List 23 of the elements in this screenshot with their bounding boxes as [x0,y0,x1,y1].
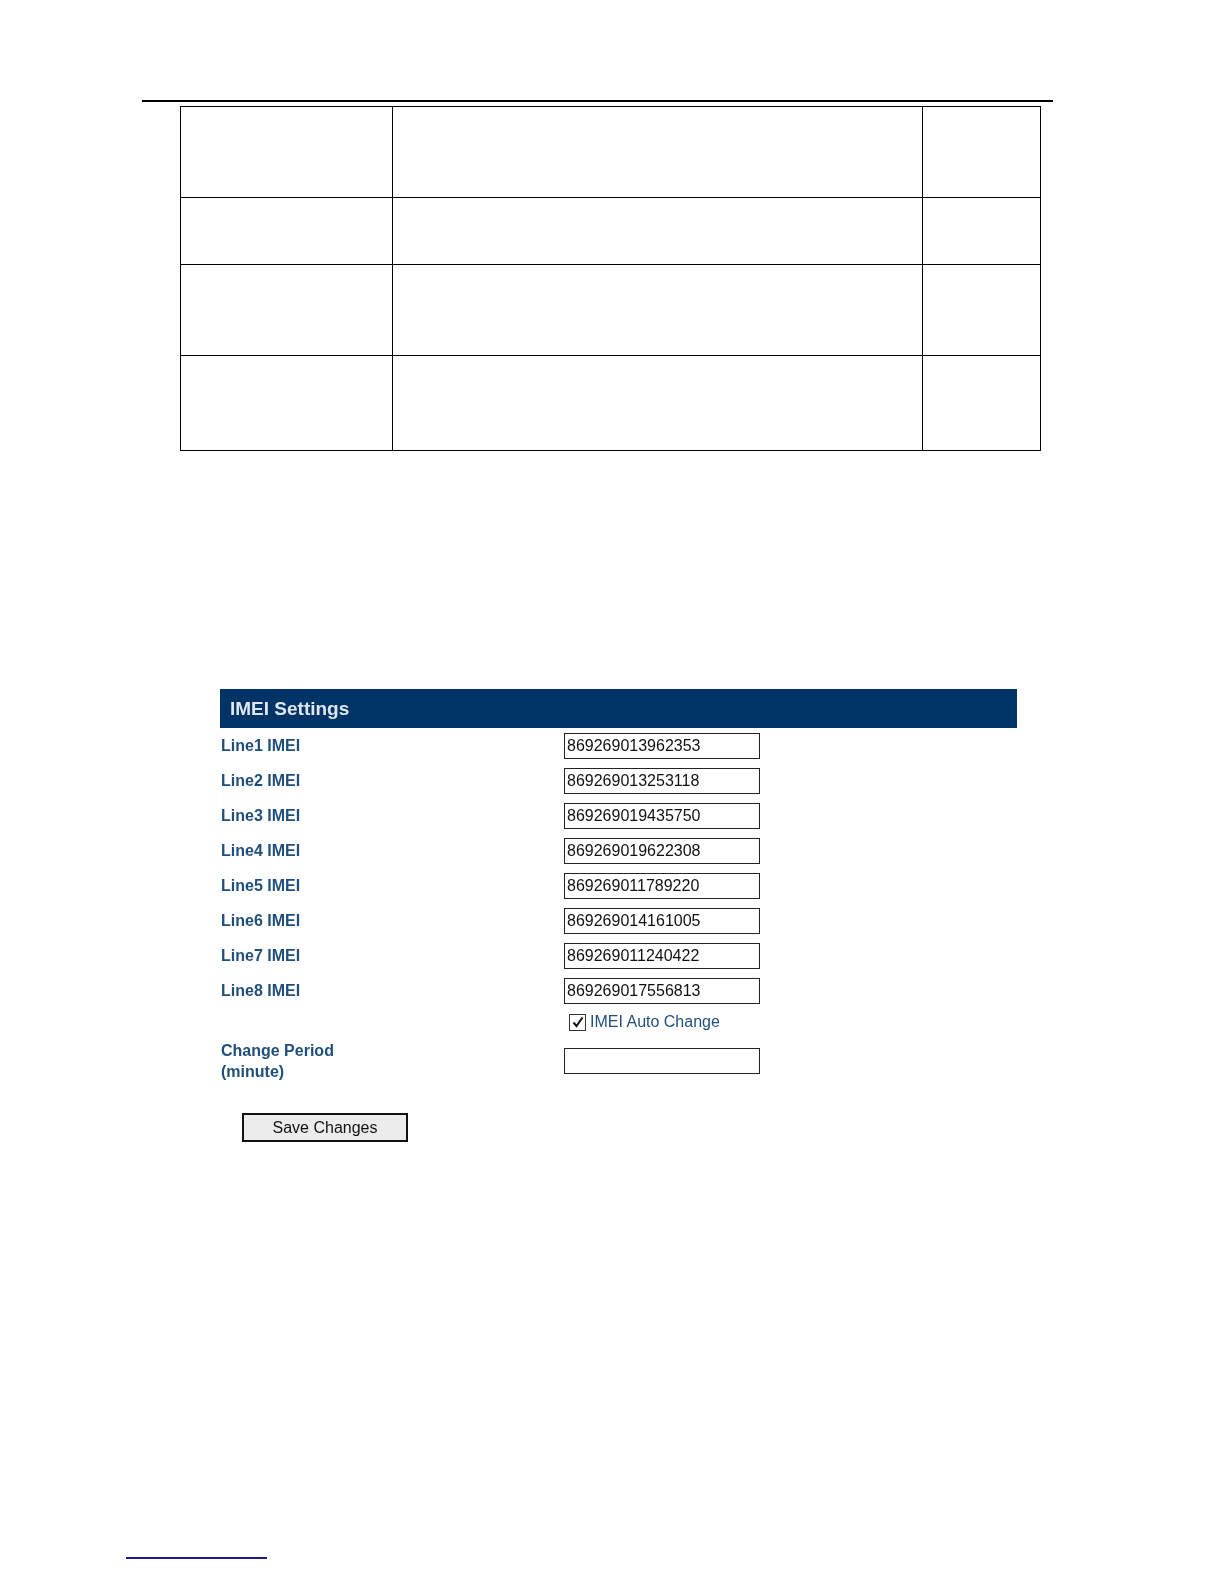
field-label: Line6 IMEI [220,911,302,931]
field-label: Line5 IMEI [220,876,302,896]
imei-field[interactable]: 869269019622308 [564,837,760,864]
checkbox[interactable] [569,1013,586,1031]
field-label: Line8 IMEI [220,981,302,1001]
checkbox-label: IMEI Auto Change [590,1013,720,1031]
imei-field[interactable]: 869269011240422 [564,942,760,969]
period-field[interactable] [564,1048,760,1074]
imei-field[interactable]: 869269019435750 [564,802,760,829]
panel-title: IMEI Settings [220,689,1017,728]
save-button[interactable]: Save Changes [242,1113,408,1142]
field-label: Line4 IMEI [220,841,302,861]
imei-field[interactable]: 869269013962353 [564,732,760,759]
field-label: Change Period (minute) [220,1041,335,1082]
imei-field[interactable]: 869269017556813 [564,977,760,1004]
field-label: Line3 IMEI [220,806,302,826]
field-label: Line7 IMEI [220,946,302,966]
checkmark-icon [571,1016,584,1028]
field-label: Line1 IMEI [220,736,302,756]
imei-field[interactable]: 869269014161005 [564,907,760,934]
imei-field[interactable]: 869269011789220 [564,872,760,899]
field-label: Line2 IMEI [220,771,302,791]
imei-field[interactable]: 869269013253118 [564,767,760,794]
